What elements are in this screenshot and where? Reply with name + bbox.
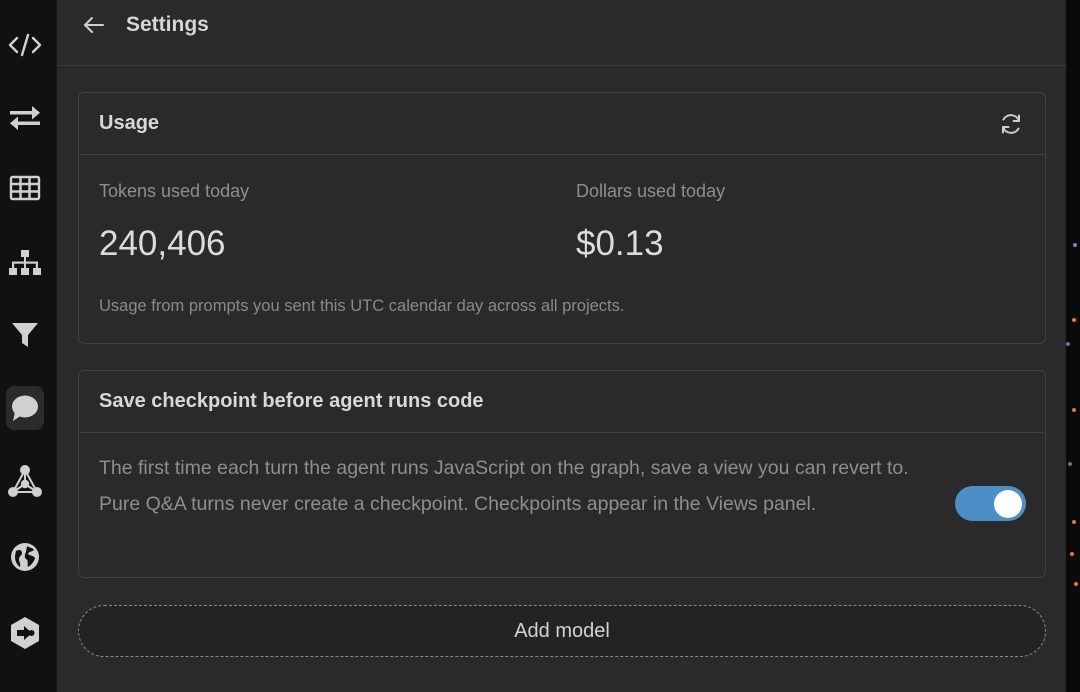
refresh-icon xyxy=(1002,113,1020,134)
toggle-knob xyxy=(994,490,1022,518)
tokens-label: Tokens used today xyxy=(99,181,250,201)
sidebar-item-globe[interactable] xyxy=(6,535,44,579)
plugin-icon xyxy=(11,617,39,649)
swap-arrows-icon xyxy=(10,106,40,130)
sidebar-item-plugin[interactable] xyxy=(6,611,44,655)
usage-card: Usage Tokens used today 240,406 Dollars … xyxy=(78,92,1046,344)
sidebar-item-filter[interactable] xyxy=(6,313,44,357)
usage-note: Usage from prompts you sent this UTC cal… xyxy=(99,297,625,315)
chat-bubble-icon xyxy=(12,395,38,421)
settings-header: Settings xyxy=(57,0,1066,66)
sidebar-item-hierarchy[interactable] xyxy=(6,242,44,286)
dollars-stat: Dollars used today $0.13 xyxy=(576,179,725,264)
tokens-stat: Tokens used today 240,406 xyxy=(99,179,249,264)
graph-node xyxy=(1066,342,1070,346)
settings-panel: Settings Usage Tokens used today 240,406… xyxy=(57,0,1066,692)
graph-network-icon xyxy=(8,465,42,497)
dollars-value: $0.13 xyxy=(576,224,664,263)
graph-node xyxy=(1070,552,1074,556)
back-button[interactable] xyxy=(81,12,107,38)
checkpoint-card: Save checkpoint before agent runs code T… xyxy=(78,370,1046,578)
arrow-left-icon xyxy=(84,17,104,33)
usage-title: Usage xyxy=(99,112,160,134)
sidebar-item-table[interactable] xyxy=(6,166,44,210)
filter-icon xyxy=(12,323,38,347)
code-icon xyxy=(8,33,42,57)
add-model-button[interactable]: Add model xyxy=(78,605,1046,657)
graph-node xyxy=(1072,408,1076,412)
checkpoint-toggle[interactable] xyxy=(955,486,1026,521)
tokens-value: 240,406 xyxy=(99,224,226,263)
refresh-button[interactable] xyxy=(997,110,1025,138)
sidebar-item-chat[interactable] xyxy=(6,386,44,430)
checkpoint-description: The first time each turn the agent runs … xyxy=(99,457,909,515)
dollars-label: Dollars used today xyxy=(576,181,726,201)
table-icon xyxy=(9,175,41,201)
sidebar xyxy=(0,0,57,692)
graph-node xyxy=(1068,462,1072,466)
graph-canvas-edge xyxy=(1066,0,1080,692)
sidebar-item-code[interactable] xyxy=(6,23,44,67)
page-title: Settings xyxy=(126,13,209,36)
hierarchy-icon xyxy=(9,250,41,275)
checkpoint-card-header: Save checkpoint before agent runs code xyxy=(79,371,1045,433)
sidebar-item-graph[interactable] xyxy=(6,459,44,503)
globe-icon xyxy=(11,543,39,571)
graph-node xyxy=(1073,243,1077,247)
graph-node xyxy=(1072,318,1076,322)
usage-card-header: Usage xyxy=(79,93,1045,155)
checkpoint-title: Save checkpoint before agent runs code xyxy=(99,390,484,412)
sidebar-item-transform[interactable] xyxy=(6,96,44,140)
graph-node xyxy=(1072,520,1076,524)
graph-node xyxy=(1074,582,1078,586)
